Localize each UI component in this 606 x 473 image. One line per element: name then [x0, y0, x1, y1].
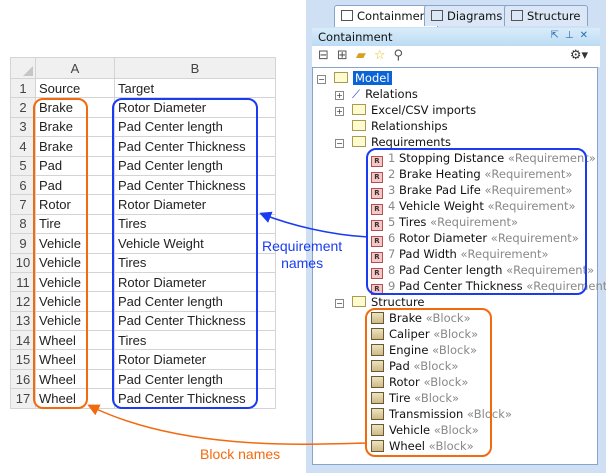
- label-line: names: [281, 255, 324, 271]
- label-line: Requirement: [262, 238, 343, 254]
- requirement-arrow: [259, 211, 369, 238]
- block-arrow: [87, 404, 368, 445]
- block-names-label: Block names: [200, 446, 281, 462]
- annotation-arrows: [87, 211, 369, 445]
- requirement-names-label: Requirement names: [262, 238, 342, 272]
